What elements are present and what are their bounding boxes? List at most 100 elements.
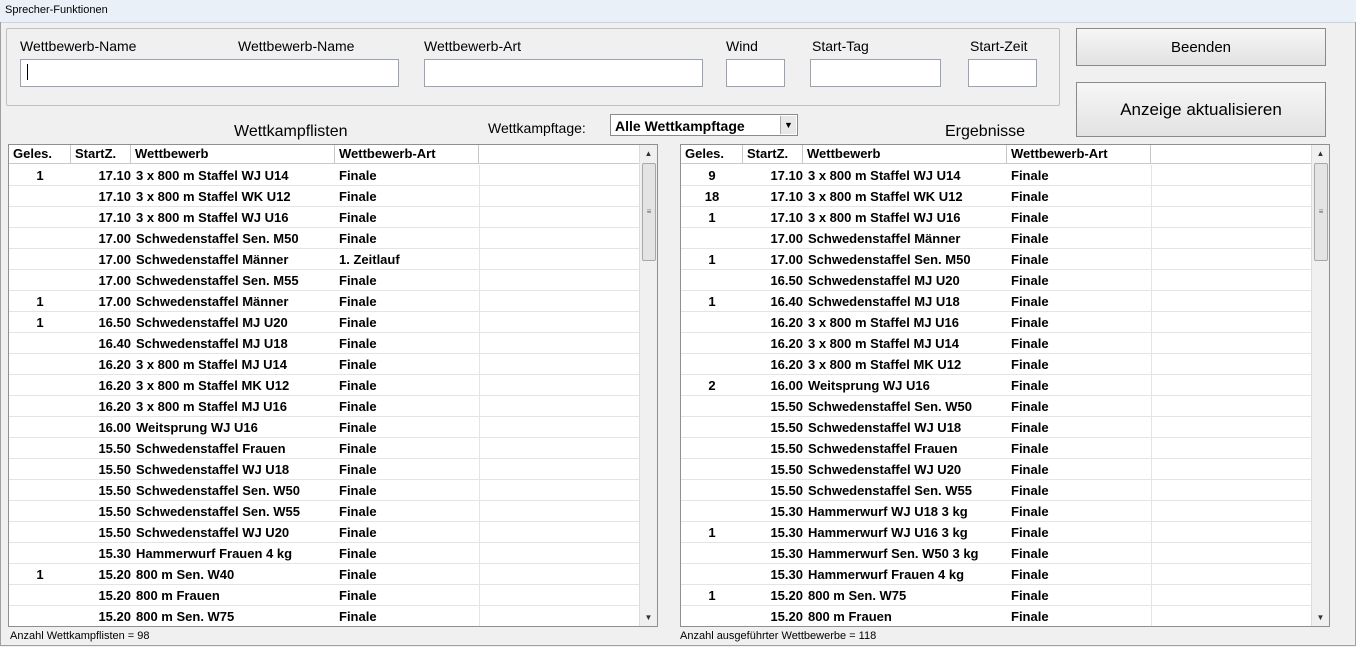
column-header-startz[interactable]: StartZ. <box>743 145 803 163</box>
cell-startz: 15.30 <box>770 525 803 540</box>
scroll-thumb[interactable]: ≡ <box>1314 163 1328 261</box>
vertical-scrollbar[interactable]: ▲ ≡ ▼ <box>639 145 657 626</box>
table-row[interactable]: 1 16.50 Schwedenstaffel MJ U20 Finale <box>9 312 640 333</box>
cell-geles: 1 <box>708 525 716 540</box>
table-row[interactable]: 18 17.10 3 x 800 m Staffel WK U12 Finale <box>681 186 1312 207</box>
table-row[interactable]: 15.50 Schwedenstaffel Frauen Finale <box>681 438 1312 459</box>
cell-startz: 16.20 <box>98 357 131 372</box>
table-row[interactable]: 15.30 Hammerwurf Frauen 4 kg Finale <box>681 564 1312 585</box>
table-row[interactable]: 15.20 800 m Sen. W75 Finale <box>9 606 640 626</box>
table-row[interactable]: 17.00 Schwedenstaffel Männer Finale <box>681 228 1312 249</box>
table-row[interactable]: 9 17.10 3 x 800 m Staffel WJ U14 Finale <box>681 165 1312 186</box>
wettbewerb-art-input[interactable] <box>424 59 703 87</box>
cell-wettbewerb-art: Finale <box>339 168 377 183</box>
table-row[interactable]: 16.20 3 x 800 m Staffel MJ U14 Finale <box>9 354 640 375</box>
column-header-wettbewerb[interactable]: Wettbewerb <box>803 145 1007 163</box>
column-header-wettbewerb-art[interactable]: Wettbewerb-Art <box>1007 145 1151 163</box>
table-row[interactable]: 2 16.00 Weitsprung WJ U16 Finale <box>681 375 1312 396</box>
table-row[interactable]: 15.30 Hammerwurf Frauen 4 kg Finale <box>9 543 640 564</box>
table-row[interactable]: 15.30 Hammerwurf Sen. W50 3 kg Finale <box>681 543 1312 564</box>
anzeige-aktualisieren-button[interactable]: Anzeige aktualisieren <box>1076 82 1326 137</box>
cell-startz: 16.20 <box>770 315 803 330</box>
table-row[interactable]: 15.50 Schwedenstaffel Sen. W50 Finale <box>681 396 1312 417</box>
column-header-wettbewerb[interactable]: Wettbewerb <box>131 145 335 163</box>
cell-wettbewerb-art: Finale <box>339 336 377 351</box>
wettbewerb-name-input[interactable] <box>20 59 399 87</box>
table-row[interactable]: 1 17.10 3 x 800 m Staffel WJ U16 Finale <box>681 207 1312 228</box>
scroll-thumb[interactable]: ≡ <box>642 163 656 261</box>
cell-startz: 17.00 <box>98 252 131 267</box>
cell-startz: 15.30 <box>770 546 803 561</box>
cell-startz: 15.50 <box>770 420 803 435</box>
table-row[interactable]: 16.00 Weitsprung WJ U16 Finale <box>9 417 640 438</box>
column-header-wettbewerb-art[interactable]: Wettbewerb-Art <box>335 145 479 163</box>
ergebnisse-list[interactable]: Geles. StartZ. Wettbewerb Wettbewerb-Art… <box>680 144 1330 627</box>
cell-startz: 15.50 <box>770 399 803 414</box>
cell-wettbewerb: 3 x 800 m Staffel MJ U14 <box>808 336 960 351</box>
table-row[interactable]: 1 15.30 Hammerwurf WJ U16 3 kg Finale <box>681 522 1312 543</box>
column-header-geles[interactable]: Geles. <box>9 145 71 163</box>
table-row[interactable]: 15.50 Schwedenstaffel WJ U20 Finale <box>9 522 640 543</box>
cell-wettbewerb: Schwedenstaffel Sen. M50 <box>808 252 971 267</box>
vertical-scrollbar[interactable]: ▲ ≡ ▼ <box>1311 145 1329 626</box>
table-row[interactable]: 1 15.20 800 m Sen. W40 Finale <box>9 564 640 585</box>
table-row[interactable]: 17.00 Schwedenstaffel Sen. M55 Finale <box>9 270 640 291</box>
table-row[interactable]: 17.10 3 x 800 m Staffel WJ U16 Finale <box>9 207 640 228</box>
table-row[interactable]: 16.20 3 x 800 m Staffel MJ U16 Finale <box>681 312 1312 333</box>
ergebnisse-heading: Ergebnisse <box>945 123 1026 140</box>
cell-wettbewerb-art: Finale <box>1011 483 1049 498</box>
table-row[interactable]: 15.50 Schwedenstaffel Frauen Finale <box>9 438 640 459</box>
cell-wettbewerb: Hammerwurf Sen. W50 3 kg <box>808 546 979 561</box>
table-row[interactable]: 15.50 Schwedenstaffel Sen. W50 Finale <box>9 480 640 501</box>
cell-wettbewerb: 3 x 800 m Staffel MJ U16 <box>136 399 288 414</box>
table-row[interactable]: 1 17.00 Schwedenstaffel Sen. M50 Finale <box>681 249 1312 270</box>
scroll-down-arrow-icon[interactable]: ▼ <box>640 609 657 626</box>
table-row[interactable]: 15.50 Schwedenstaffel WJ U20 Finale <box>681 459 1312 480</box>
wind-label: Wind <box>726 38 758 54</box>
start-zeit-input[interactable] <box>968 59 1037 87</box>
beenden-button[interactable]: Beenden <box>1076 28 1326 66</box>
wind-input[interactable] <box>726 59 785 87</box>
column-header-geles[interactable]: Geles. <box>681 145 743 163</box>
wettkampftage-dropdown[interactable]: Alle Wettkampftage ▼ <box>610 114 798 136</box>
table-row[interactable]: 15.20 800 m Frauen Finale <box>681 606 1312 626</box>
cell-startz: 15.30 <box>770 567 803 582</box>
aktualisieren-button-label: Anzeige aktualisieren <box>1120 99 1282 119</box>
cell-wettbewerb: Schwedenstaffel MJ U20 <box>136 315 288 330</box>
wettkampflisten-list[interactable]: Geles. StartZ. Wettbewerb Wettbewerb-Art… <box>8 144 658 627</box>
table-row[interactable]: 1 17.10 3 x 800 m Staffel WJ U14 Finale <box>9 165 640 186</box>
table-row[interactable]: 1 16.40 Schwedenstaffel MJ U18 Finale <box>681 291 1312 312</box>
table-row[interactable]: 17.00 Schwedenstaffel Männer 1. Zeitlauf <box>9 249 640 270</box>
cell-wettbewerb: 3 x 800 m Staffel WK U12 <box>136 189 291 204</box>
scroll-up-arrow-icon[interactable]: ▲ <box>640 145 657 162</box>
table-row[interactable]: 1 15.20 800 m Sen. W75 Finale <box>681 585 1312 606</box>
cell-wettbewerb: Hammerwurf WJ U16 3 kg <box>808 525 968 540</box>
cell-wettbewerb: 3 x 800 m Staffel MJ U16 <box>808 315 960 330</box>
table-row[interactable]: 17.00 Schwedenstaffel Sen. M50 Finale <box>9 228 640 249</box>
table-row[interactable]: 17.10 3 x 800 m Staffel WK U12 Finale <box>9 186 640 207</box>
table-row[interactable]: 1 17.00 Schwedenstaffel Männer Finale <box>9 291 640 312</box>
start-tag-input[interactable] <box>810 59 941 87</box>
column-header-startz[interactable]: StartZ. <box>71 145 131 163</box>
cell-startz: 15.20 <box>98 609 131 624</box>
cell-wettbewerb-art: Finale <box>1011 168 1049 183</box>
table-row[interactable]: 15.50 Schwedenstaffel WJ U18 Finale <box>681 417 1312 438</box>
table-row[interactable]: 15.50 Schwedenstaffel WJ U18 Finale <box>9 459 640 480</box>
table-row[interactable]: 15.20 800 m Frauen Finale <box>9 585 640 606</box>
scroll-down-arrow-icon[interactable]: ▼ <box>1312 609 1329 626</box>
cell-geles: 1 <box>36 315 44 330</box>
table-row[interactable]: 16.50 Schwedenstaffel MJ U20 Finale <box>681 270 1312 291</box>
table-row[interactable]: 16.20 3 x 800 m Staffel MJ U16 Finale <box>9 396 640 417</box>
table-row[interactable]: 15.50 Schwedenstaffel Sen. W55 Finale <box>681 480 1312 501</box>
scroll-up-arrow-icon[interactable]: ▲ <box>1312 145 1329 162</box>
table-row[interactable]: 16.20 3 x 800 m Staffel MK U12 Finale <box>681 354 1312 375</box>
table-row[interactable]: 15.30 Hammerwurf WJ U18 3 kg Finale <box>681 501 1312 522</box>
dropdown-arrow-icon[interactable]: ▼ <box>780 116 796 134</box>
list-rows: 1 17.10 3 x 800 m Staffel WJ U14 Finale 17.1… <box>9 165 640 626</box>
table-row[interactable]: 15.50 Schwedenstaffel Sen. W55 Finale <box>9 501 640 522</box>
table-row[interactable]: 16.20 3 x 800 m Staffel MK U12 Finale <box>9 375 640 396</box>
table-row[interactable]: 16.40 Schwedenstaffel MJ U18 Finale <box>9 333 640 354</box>
table-row[interactable]: 16.20 3 x 800 m Staffel MJ U14 Finale <box>681 333 1312 354</box>
cell-wettbewerb: 3 x 800 m Staffel MK U12 <box>136 378 290 393</box>
cell-startz: 16.40 <box>770 294 803 309</box>
